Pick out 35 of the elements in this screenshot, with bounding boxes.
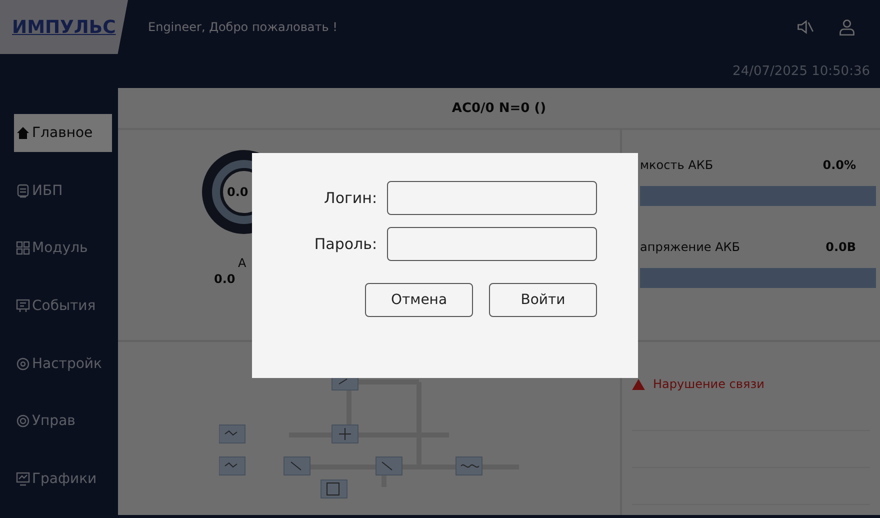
login-button[interactable]: Войти bbox=[489, 283, 597, 317]
field-label: Логин: bbox=[324, 189, 377, 207]
gauge-value: 0.0 bbox=[227, 185, 248, 199]
chart-icon bbox=[16, 472, 30, 486]
field-label: Пароль: bbox=[314, 235, 377, 253]
sidebar-item[interactable]: Графики bbox=[14, 460, 112, 498]
input-field[interactable] bbox=[387, 181, 597, 215]
battery-value: 0.0% bbox=[822, 158, 856, 172]
grid-icon bbox=[16, 241, 30, 256]
input-field[interactable] bbox=[387, 227, 597, 261]
sidebar-item[interactable]: Настройк bbox=[14, 344, 112, 383]
user-icon[interactable] bbox=[838, 18, 856, 36]
target-icon bbox=[16, 414, 30, 428]
logo: ИМПУЛЬС bbox=[0, 0, 128, 54]
welcome-text: Engineer, Добро пожаловать ! bbox=[148, 20, 338, 34]
page-title: AC0/0 N=0 () bbox=[452, 100, 546, 116]
battery-value: 0.0B bbox=[826, 240, 856, 254]
battery-label: апряжение АКБ bbox=[640, 240, 740, 254]
home-icon bbox=[16, 126, 30, 140]
message-icon bbox=[16, 299, 30, 314]
sidebar-item[interactable]: ИБП bbox=[14, 172, 112, 210]
sidebar-item[interactable]: Управ bbox=[14, 402, 112, 440]
warning-icon bbox=[632, 378, 645, 390]
sidebar-item[interactable]: Модуль bbox=[14, 229, 112, 268]
cancel-button[interactable]: Отмена bbox=[365, 283, 473, 317]
gauge-reading: 0.0 bbox=[214, 272, 236, 286]
sidebar-item[interactable]: События bbox=[14, 287, 112, 325]
gauge-label: А bbox=[238, 256, 246, 270]
battery-label: мкость АКБ bbox=[640, 158, 714, 172]
gear-icon bbox=[16, 356, 30, 371]
sound-muted-icon[interactable] bbox=[796, 18, 814, 36]
sidebar-item[interactable]: Главное bbox=[14, 114, 112, 152]
alarm-text: Нарушение связи bbox=[653, 377, 764, 391]
device-icon bbox=[16, 184, 30, 198]
date-time: 24/07/2025 10:50:36 bbox=[732, 64, 870, 78]
